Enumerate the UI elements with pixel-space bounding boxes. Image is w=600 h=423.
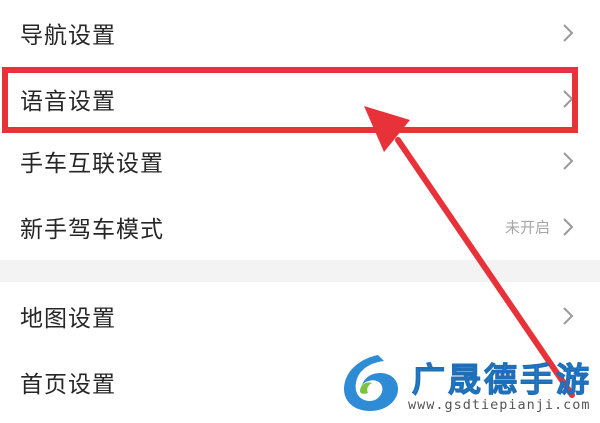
row-label: 首页设置	[20, 372, 116, 398]
brand-logo-icon	[344, 355, 398, 411]
row-label: 手车互联设置	[20, 151, 164, 177]
chevron-right-icon	[563, 152, 574, 170]
chevron-right-icon	[563, 90, 574, 108]
section-divider	[0, 260, 600, 282]
row-label: 语音设置	[20, 89, 116, 115]
chevron-right-icon	[563, 218, 574, 236]
chevron-right-icon	[563, 24, 574, 42]
settings-row-novice-driving-mode[interactable]: 新手驾车模式 未开启	[0, 194, 600, 260]
settings-row-navigation[interactable]: 导航设置	[0, 0, 600, 66]
settings-row-phone-car-connect[interactable]: 手车互联设置	[0, 128, 600, 194]
chevron-right-icon	[563, 307, 574, 325]
watermark-url: www.gsdtiepianji.com	[408, 397, 591, 413]
row-label: 地图设置	[20, 306, 116, 332]
settings-screen: 导航设置 语音设置 手车互联设置 新手驾车模式 未开启 地图设置 首页设置 广晟…	[0, 0, 600, 423]
row-label: 导航设置	[20, 23, 116, 49]
status-text: 未开启	[504, 218, 550, 237]
watermark: 广晟德手游 www.gsdtiepianji.com	[338, 349, 600, 423]
settings-row-voice[interactable]: 语音设置	[0, 66, 600, 132]
settings-row-map[interactable]: 地图设置	[0, 283, 600, 349]
row-label: 新手驾车模式	[20, 217, 164, 243]
watermark-title: 广晟德手游	[412, 360, 592, 400]
